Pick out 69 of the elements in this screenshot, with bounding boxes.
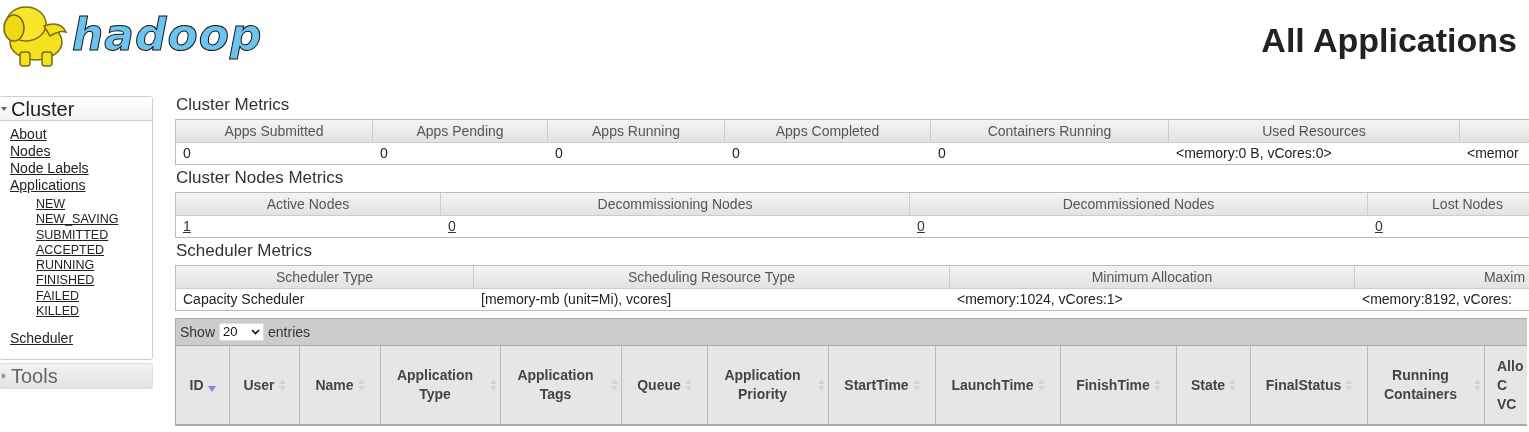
sidebar-link[interactable]: Nodes: [10, 143, 51, 160]
column-header[interactable]: FinishTime: [1061, 346, 1177, 424]
section-title: Scheduler Metrics: [175, 240, 314, 262]
column-header: Scheduler Type: [176, 266, 474, 288]
column-header[interactable]: LaunchTime: [936, 346, 1061, 424]
column-header[interactable]: User: [230, 346, 300, 424]
expanded-caret-icon: [1, 105, 7, 112]
column-header: Minimum Allocation: [950, 266, 1355, 288]
column-header: Active Nodes: [176, 193, 441, 215]
column-header[interactable]: Allo C VC: [1485, 346, 1527, 424]
sidebar-link[interactable]: Node Labels: [10, 160, 89, 177]
column-header: Decommissioning Nodes: [441, 193, 910, 215]
sidebar-link[interactable]: Scheduler: [10, 330, 74, 348]
metric-value: 0: [555, 145, 563, 161]
sidebar-link[interactable]: Applications: [10, 177, 86, 194]
column-header[interactable]: Running Containers: [1368, 346, 1485, 424]
column-header[interactable]: ID: [176, 346, 230, 424]
column-header: Used Resources: [1169, 120, 1460, 142]
column-header: Apps Pending: [373, 120, 548, 142]
column-header[interactable]: Application Priority: [708, 346, 829, 424]
metric-link[interactable]: 0: [448, 218, 456, 234]
column-header: Apps Running: [548, 120, 725, 142]
collapsed-caret-icon: [1, 373, 7, 380]
entries-select[interactable]: 20: [219, 323, 265, 341]
metric-link[interactable]: 1: [183, 218, 191, 234]
column-header: Maxim: [1355, 266, 1529, 288]
sidebar-sublink[interactable]: NEW: [36, 197, 66, 213]
sidebar-sublink[interactable]: SUBMITTED: [36, 227, 109, 243]
column-header[interactable]: Queue: [622, 346, 708, 424]
column-header[interactable]: Application Tags: [501, 346, 622, 424]
entries-label: entries: [268, 322, 311, 342]
column-header[interactable]: Application Type: [381, 346, 501, 424]
chevron-down-icon: [251, 329, 261, 335]
sidebar-link[interactable]: About: [10, 126, 47, 143]
metric-value: 0: [380, 145, 388, 161]
metric-value: 0: [732, 145, 740, 161]
column-header: Apps Completed: [725, 120, 931, 142]
column-header: Scheduling Resource Type: [474, 266, 950, 288]
column-header[interactable]: Name: [300, 346, 381, 424]
column-header[interactable]: FinalStatus: [1251, 346, 1368, 424]
section-title: Cluster Metrics: [175, 94, 291, 116]
sidebar-section-header[interactable]: Cluster: [0, 97, 152, 121]
logo-text: hadoop: [72, 8, 263, 62]
metric-link[interactable]: 0: [1375, 218, 1383, 234]
column-header[interactable]: StartTime: [829, 346, 936, 424]
metric-value: 0: [938, 145, 946, 161]
column-header: Lost Nodes: [1368, 193, 1529, 215]
sidebar-sublink[interactable]: FINISHED: [36, 273, 95, 289]
sidebar-sublink[interactable]: KILLED: [36, 304, 80, 320]
section-title: Cluster Nodes Metrics: [175, 167, 345, 189]
metric-value: [memory-mb (unit=Mi), vcores]: [481, 291, 672, 307]
column-header: Decommissioned Nodes: [910, 193, 1368, 215]
sidebar-sublink[interactable]: RUNNING: [36, 258, 95, 274]
metric-value: Capacity Scheduler: [183, 291, 305, 307]
metric-value: <memory:1024, vCores:1>: [957, 291, 1123, 307]
page-title: All Applications: [1261, 20, 1518, 61]
column-header: Containers Running: [931, 120, 1169, 142]
column-header[interactable]: State: [1177, 346, 1251, 424]
metric-value: <memor: [1467, 145, 1519, 161]
show-label: Show: [180, 322, 216, 342]
sidebar-section-header[interactable]: Tools: [0, 364, 152, 389]
metric-value: <memory:8192, vCores:: [1362, 291, 1512, 307]
metric-value: 0: [183, 145, 191, 161]
metric-value: <memory:0 B, vCores:0>: [1176, 145, 1332, 161]
sidebar-sublink[interactable]: NEW_SAVING: [36, 212, 119, 228]
column-header: Apps Submitted: [176, 120, 373, 142]
metric-link[interactable]: 0: [917, 218, 925, 234]
sidebar-sublink[interactable]: ACCEPTED: [36, 242, 105, 259]
sidebar-sublink[interactable]: FAILED: [36, 288, 80, 305]
